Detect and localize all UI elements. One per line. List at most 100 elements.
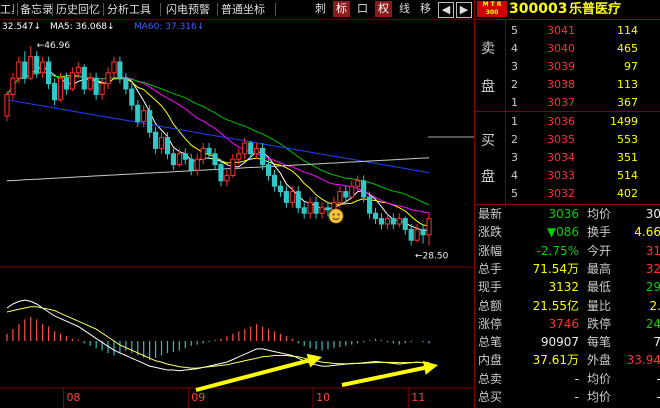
level-number: 1 <box>511 96 518 109</box>
order-price: 3037 <box>547 96 575 109</box>
candle-body <box>206 147 212 155</box>
candle-body <box>355 180 361 187</box>
rights-icon[interactable]: 权 <box>375 1 392 17</box>
buy-order-row[interactable]: 4 3033 514 <box>475 166 660 185</box>
month-label: 10 <box>316 391 330 404</box>
candle <box>46 56 52 89</box>
sell-order-row[interactable]: 1 3037 367 <box>475 93 660 112</box>
candle-body <box>176 153 182 166</box>
candle <box>254 143 260 160</box>
info-label: 涨幅 <box>478 243 503 258</box>
candle-body <box>224 174 230 182</box>
toolbar-item-analysis[interactable]: 分析工具 <box>107 2 151 17</box>
candle <box>218 159 224 187</box>
buy-order-row[interactable]: 3 3034 351 <box>475 148 660 167</box>
order-price: 3041 <box>547 24 575 37</box>
sell-order-row[interactable]: 5 3041 114 <box>475 21 660 40</box>
candle <box>260 143 266 170</box>
candle-body <box>158 137 165 149</box>
info-value: 2. <box>649 298 660 313</box>
grid-icon[interactable]: 口 <box>354 1 371 17</box>
next-icon[interactable]: ▶ <box>456 2 472 18</box>
candle <box>420 224 426 244</box>
buy-order-row[interactable]: 2 3035 553 <box>475 130 660 149</box>
toolbar-item-alert[interactable]: 闪电预警 <box>166 2 210 17</box>
toolbar-item-coords[interactable]: 普通坐标 <box>221 2 265 17</box>
toolbar-separator <box>217 3 218 16</box>
ma-legend-1: MA5: 36.068↓ <box>50 22 115 32</box>
toolbar-item-history[interactable]: 历史回忆 <box>56 2 100 17</box>
order-volume: 351 <box>617 151 638 164</box>
toolbar-item-memo[interactable]: 备忘录 <box>20 2 53 17</box>
toolbar-separator <box>52 3 53 16</box>
info-value: - <box>574 390 579 404</box>
month-label: 11 <box>411 391 425 404</box>
toolbar-item-tools[interactable]: 工具 <box>0 2 14 17</box>
candle <box>117 56 123 84</box>
toolbar-separator <box>17 3 18 16</box>
candle-body <box>384 218 390 225</box>
month-label: 08 <box>66 391 80 404</box>
candle <box>153 126 159 154</box>
candle-body <box>16 61 22 79</box>
info-label: 今开 <box>587 243 612 258</box>
candle-body <box>236 153 242 160</box>
candle <box>230 153 236 178</box>
stock-code[interactable]: 300003 <box>509 0 567 19</box>
toolbar-separator <box>160 3 161 16</box>
order-price: 3040 <box>547 42 575 55</box>
candle <box>176 148 182 167</box>
line-icon[interactable]: 线 <box>396 1 413 17</box>
info-label: 总额 <box>478 298 503 313</box>
buy-order-row[interactable]: 5 3032 402 <box>475 184 660 203</box>
info-label: 最新 <box>478 207 503 221</box>
order-price: 3032 <box>547 187 575 200</box>
order-price: 3038 <box>547 78 575 91</box>
order-price: 3035 <box>547 133 575 146</box>
stock-header: M T R 300 300003 乐普医疗 <box>475 0 660 20</box>
sell-order-row[interactable]: 4 3040 465 <box>475 39 660 58</box>
candle-body <box>343 191 349 198</box>
sell-order-row[interactable]: 3 3039 97 <box>475 57 660 76</box>
candle <box>224 170 230 187</box>
candle <box>343 186 349 203</box>
buy-order-row[interactable]: 1 3036 1499 <box>475 112 660 131</box>
info-value: 29 <box>645 280 660 295</box>
info-label: 总卖 <box>478 371 503 386</box>
kline-chart[interactable]: 08 09 10 11 32.547↓ MA5: 36.068↓ MA60: 37.316↓… <box>0 19 474 408</box>
order-volume: 97 <box>624 60 638 73</box>
stock-name[interactable]: 乐普医疗 <box>569 0 621 19</box>
info-label: 最低 <box>587 280 612 295</box>
candle-body <box>361 180 367 198</box>
level-number: 2 <box>511 133 518 146</box>
bar-chart-icon[interactable]: 刺 <box>312 1 329 17</box>
sell-order-row[interactable]: 2 3038 113 <box>475 75 660 94</box>
candle-body <box>34 56 40 74</box>
info-value: ▼086 <box>546 225 579 240</box>
candle-body <box>325 207 331 211</box>
info-row: 现手 3132 最低 29 <box>475 278 660 297</box>
order-volume: 514 <box>617 169 638 182</box>
candle-body <box>135 104 141 122</box>
candle-icon[interactable]: 标 <box>333 1 350 17</box>
macd-dif-line <box>6 299 430 372</box>
candle <box>349 180 355 200</box>
candle-body <box>408 228 414 241</box>
info-row: 总手 71.54万 最高 32 <box>475 260 660 279</box>
candle-body <box>414 228 420 241</box>
candle-body <box>93 77 99 95</box>
candle <box>277 180 283 197</box>
info-row: 涨幅 -2.75% 今开 31 <box>475 242 660 261</box>
info-label: 涨停 <box>478 316 503 331</box>
info-value: -2.75% <box>536 243 579 258</box>
yellow-arrow-2 <box>341 361 438 387</box>
candle-body <box>69 72 75 90</box>
info-value: 32 <box>645 261 660 276</box>
info-value: - <box>615 370 660 389</box>
level-number: 2 <box>511 78 518 91</box>
prev-icon[interactable]: ◀ <box>438 2 454 18</box>
move-icon[interactable]: 移 <box>417 1 434 17</box>
kline-chart-svg[interactable]: 08 09 10 11 32.547↓ MA5: 36.068↓ MA60: 37.316↓… <box>0 19 474 408</box>
candle-body <box>141 110 147 122</box>
info-label: 最高 <box>587 261 612 276</box>
